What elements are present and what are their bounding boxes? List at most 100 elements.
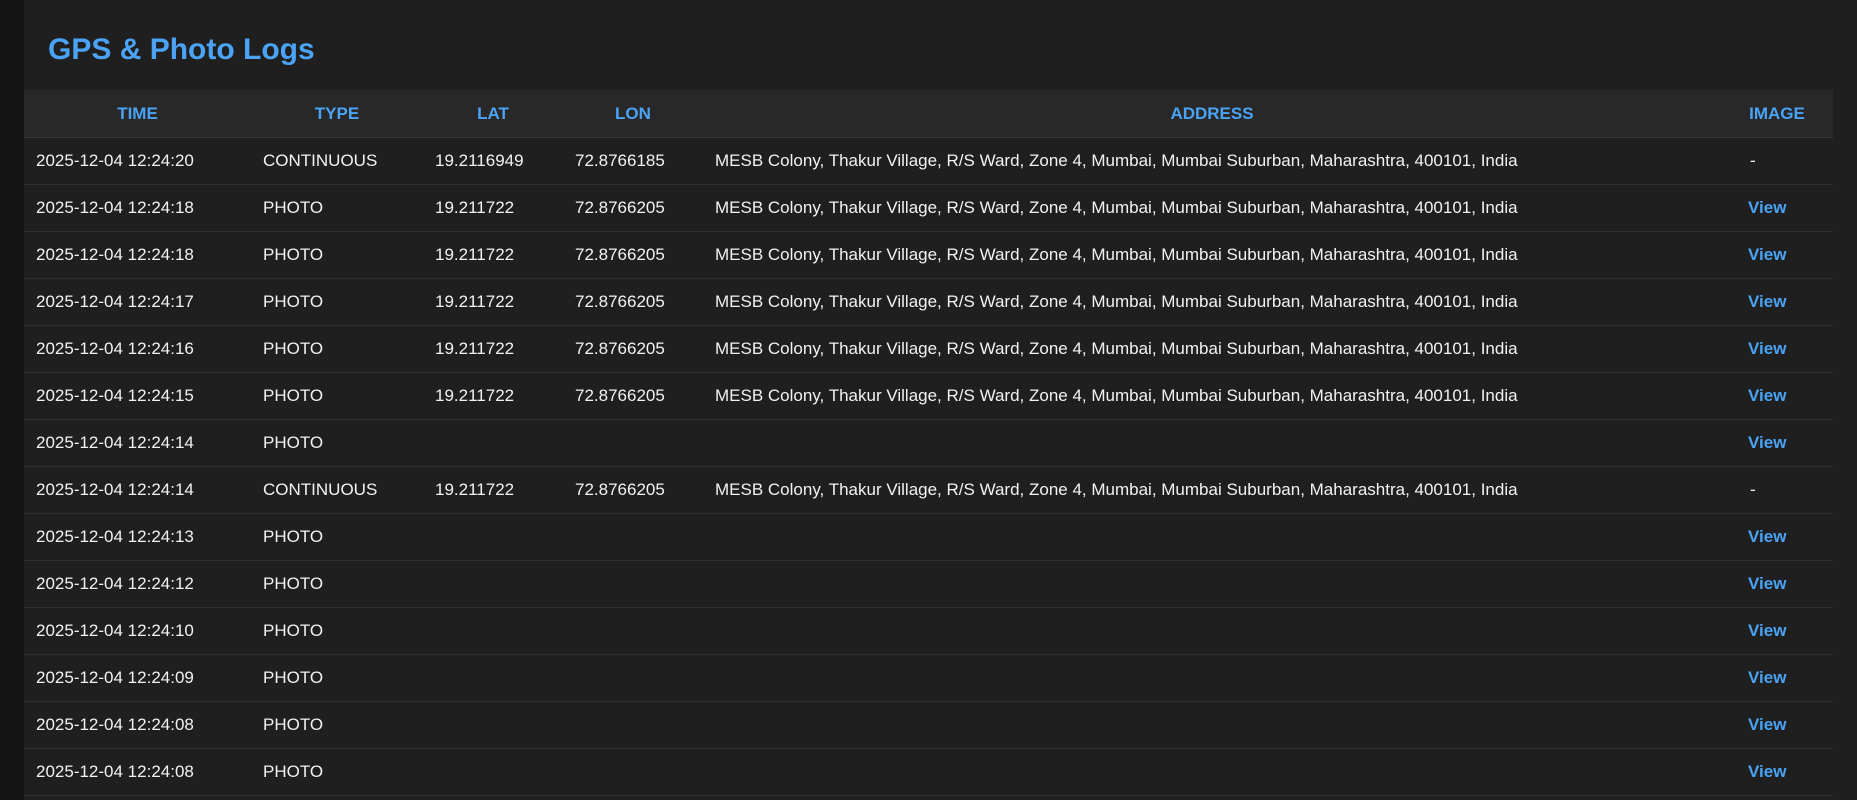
table-row: 2025-12-04 12:24:14 PHOTO View — [24, 419, 1833, 467]
view-image-link[interactable]: View — [1733, 527, 1786, 547]
cell-image: View — [1721, 560, 1833, 608]
cell-lon: 72.8766205 — [563, 466, 703, 514]
cell-lat — [423, 748, 563, 796]
table-body: 2025-12-04 12:24:20 CONTINUOUS 19.2116949 7… — [24, 137, 1833, 796]
view-image-link[interactable]: View — [1733, 762, 1786, 782]
view-image-link[interactable]: View — [1733, 621, 1786, 641]
cell-lat: 19.211722 — [423, 278, 563, 326]
view-image-link[interactable]: View — [1733, 198, 1786, 218]
cell-address: MESB Colony, Thakur Village, R/S Ward, Z… — [703, 278, 1721, 326]
cell-image: View — [1721, 748, 1833, 796]
table-row: 2025-12-04 12:24:12 PHOTO View — [24, 560, 1833, 608]
cell-address — [703, 654, 1721, 702]
cell-image: View — [1721, 701, 1833, 749]
cell-address — [703, 701, 1721, 749]
cell-type: PHOTO — [251, 513, 423, 561]
column-header-address: ADDRESS — [703, 90, 1721, 138]
cell-image: View — [1721, 513, 1833, 561]
cell-lat: 19.211722 — [423, 184, 563, 232]
cell-address: MESB Colony, Thakur Village, R/S Ward, Z… — [703, 325, 1721, 373]
table-row: 2025-12-04 12:24:08 PHOTO View — [24, 701, 1833, 749]
cell-lat — [423, 607, 563, 655]
table-row: 2025-12-04 12:24:18 PHOTO 19.211722 72.8766… — [24, 184, 1833, 232]
cell-image: View — [1721, 184, 1833, 232]
table-row: 2025-12-04 12:24:14 CONTINUOUS 19.211722 72… — [24, 466, 1833, 514]
logs-table: TIME TYPE LAT LON ADDRESS IMAGE 2025-12-… — [24, 90, 1833, 796]
cell-lat — [423, 654, 563, 702]
cell-type: PHOTO — [251, 325, 423, 373]
cell-type: PHOTO — [251, 560, 423, 608]
cell-image: View — [1721, 325, 1833, 373]
table-row: 2025-12-04 12:24:08 PHOTO View — [24, 748, 1833, 796]
cell-type: CONTINUOUS — [251, 466, 423, 514]
cell-time: 2025-12-04 12:24:13 — [24, 513, 251, 561]
cell-image: View — [1721, 654, 1833, 702]
cell-type: PHOTO — [251, 278, 423, 326]
table-row: 2025-12-04 12:24:17 PHOTO 19.211722 72.8766… — [24, 278, 1833, 326]
cell-address: MESB Colony, Thakur Village, R/S Ward, Z… — [703, 466, 1721, 514]
cell-lat — [423, 419, 563, 467]
no-image-placeholder: - — [1750, 480, 1756, 499]
cell-lat: 19.211722 — [423, 466, 563, 514]
cell-address: MESB Colony, Thakur Village, R/S Ward, Z… — [703, 231, 1721, 279]
view-image-link[interactable]: View — [1733, 292, 1786, 312]
cell-time: 2025-12-04 12:24:09 — [24, 654, 251, 702]
view-image-link[interactable]: View — [1733, 433, 1786, 453]
cell-address — [703, 513, 1721, 561]
cell-time: 2025-12-04 12:24:14 — [24, 419, 251, 467]
view-image-link[interactable]: View — [1733, 245, 1786, 265]
table-row: 2025-12-04 12:24:10 PHOTO View — [24, 607, 1833, 655]
table-row: 2025-12-04 12:24:13 PHOTO View — [24, 513, 1833, 561]
view-image-link[interactable]: View — [1733, 339, 1786, 359]
cell-address: MESB Colony, Thakur Village, R/S Ward, Z… — [703, 184, 1721, 232]
cell-lat: 19.211722 — [423, 231, 563, 279]
cell-time: 2025-12-04 12:24:14 — [24, 466, 251, 514]
cell-lon — [563, 701, 703, 749]
cell-time: 2025-12-04 12:24:08 — [24, 748, 251, 796]
cell-type: CONTINUOUS — [251, 137, 423, 185]
cell-image: View — [1721, 231, 1833, 279]
table-header-row: TIME TYPE LAT LON ADDRESS IMAGE — [24, 90, 1833, 138]
cell-type: PHOTO — [251, 748, 423, 796]
left-sidebar-edge — [0, 0, 24, 800]
cell-lon — [563, 748, 703, 796]
column-header-lon: LON — [563, 90, 703, 138]
cell-lon: 72.8766205 — [563, 325, 703, 373]
column-header-image: IMAGE — [1721, 90, 1833, 138]
cell-image: View — [1721, 419, 1833, 467]
cell-lat — [423, 701, 563, 749]
cell-type: PHOTO — [251, 701, 423, 749]
cell-lon — [563, 607, 703, 655]
cell-lon: 72.8766205 — [563, 372, 703, 420]
cell-type: PHOTO — [251, 654, 423, 702]
view-image-link[interactable]: View — [1733, 574, 1786, 594]
cell-lat: 19.211722 — [423, 325, 563, 373]
page-title: GPS & Photo Logs — [48, 33, 315, 66]
cell-lat: 19.211722 — [423, 372, 563, 420]
cell-type: PHOTO — [251, 184, 423, 232]
cell-address — [703, 748, 1721, 796]
table-row: 2025-12-04 12:24:20 CONTINUOUS 19.2116949 7… — [24, 137, 1833, 185]
cell-type: PHOTO — [251, 607, 423, 655]
column-header-lat: LAT — [423, 90, 563, 138]
no-image-placeholder: - — [1750, 151, 1756, 170]
column-header-time: TIME — [24, 90, 251, 138]
cell-address — [703, 560, 1721, 608]
cell-time: 2025-12-04 12:24:20 — [24, 137, 251, 185]
view-image-link[interactable]: View — [1733, 715, 1786, 735]
cell-time: 2025-12-04 12:24:17 — [24, 278, 251, 326]
cell-address — [703, 607, 1721, 655]
cell-image: - — [1721, 466, 1833, 514]
view-image-link[interactable]: View — [1733, 386, 1786, 406]
cell-type: PHOTO — [251, 419, 423, 467]
cell-lon — [563, 560, 703, 608]
cell-time: 2025-12-04 12:24:15 — [24, 372, 251, 420]
cell-address: MESB Colony, Thakur Village, R/S Ward, Z… — [703, 137, 1721, 185]
cell-lon: 72.8766185 — [563, 137, 703, 185]
cell-image: View — [1721, 372, 1833, 420]
view-image-link[interactable]: View — [1733, 668, 1786, 688]
cell-time: 2025-12-04 12:24:10 — [24, 607, 251, 655]
cell-lon: 72.8766205 — [563, 231, 703, 279]
cell-address: MESB Colony, Thakur Village, R/S Ward, Z… — [703, 372, 1721, 420]
cell-type: PHOTO — [251, 231, 423, 279]
